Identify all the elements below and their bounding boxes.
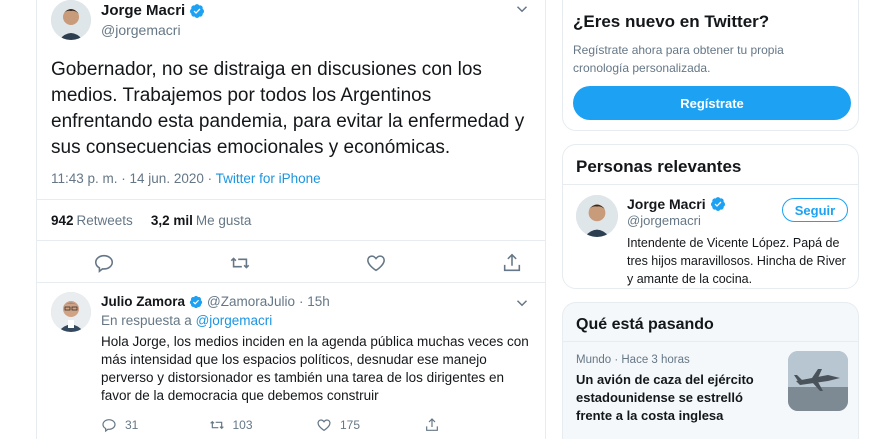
relevant-people-card: Personas relevantes Jorge Macri @jorgema…: [562, 144, 859, 289]
person-handle[interactable]: @jorgemacri: [627, 213, 701, 228]
tweet-time[interactable]: 11:43 p. m. · 14 jun. 2020 ·: [51, 171, 216, 186]
author-handle[interactable]: @jorgemacri: [101, 22, 205, 38]
reply-actions: 31 103 175: [101, 417, 531, 433]
chevron-down-icon[interactable]: [513, 0, 531, 18]
divider: [563, 341, 858, 342]
tweet-stats: 942 Retweets 3,2 mil Me gusta: [51, 213, 251, 228]
person-bio: Intendente de Vicente López. Papá de tre…: [627, 236, 846, 286]
retweet-icon: [209, 420, 224, 430]
reply-retweet-button[interactable]: 103: [209, 417, 317, 433]
trend-meta: Mundo · Hace 3 horas: [576, 354, 690, 366]
likes-stat[interactable]: 3,2 mil Me gusta: [151, 213, 252, 228]
share-icon[interactable]: [501, 252, 523, 274]
verified-badge-icon: [189, 295, 203, 308]
reply-share-button[interactable]: [424, 417, 532, 433]
follow-button[interactable]: Seguir: [782, 198, 848, 222]
whats-happening-card: Qué está pasando Mundo · Hace 3 horas Un…: [562, 302, 859, 439]
reply-reply-button[interactable]: 31: [101, 417, 209, 433]
whats-happening-title: Qué está pasando: [576, 316, 714, 333]
signup-button[interactable]: Regístrate: [573, 86, 851, 120]
verified-badge-icon: [710, 197, 725, 211]
person-name[interactable]: Jorge Macri: [627, 196, 706, 212]
retweets-stat[interactable]: 942 Retweets: [51, 213, 133, 228]
trend-title[interactable]: Un avión de caza del ejército estadounid…: [576, 371, 776, 425]
author-avatar[interactable]: [51, 0, 91, 40]
reply-tweet[interactable]: Julio Zamora @ZamoraJulio · 15h En respu…: [51, 292, 531, 439]
in-reply-to: En respuesta a @jorgemacri: [101, 313, 273, 328]
tweet-actions: [93, 252, 523, 274]
share-icon: [425, 418, 438, 431]
reply-author-name[interactable]: Julio Zamora: [101, 294, 185, 309]
tweet-header: Jorge Macri @jorgemacri: [51, 0, 531, 44]
reply-author-avatar[interactable]: [51, 292, 91, 332]
verified-badge-icon: [190, 3, 205, 18]
reply-like-button[interactable]: 175: [316, 417, 424, 433]
like-icon: [317, 419, 331, 432]
reply-mention-link[interactable]: @jorgemacri: [196, 313, 273, 328]
reply-time[interactable]: · 15h: [299, 294, 330, 309]
tweet-text: Gobernador, no se distraiga en discusion…: [51, 59, 525, 158]
reply-retweets-count: 103: [232, 418, 253, 432]
signup-title: ¿Eres nuevo en Twitter?: [573, 12, 770, 31]
divider: [37, 199, 545, 200]
relevant-people-title: Personas relevantes: [576, 157, 742, 176]
reply-likes-count: 175: [340, 418, 361, 432]
like-icon[interactable]: [365, 252, 387, 274]
divider: [37, 282, 545, 283]
tweet-meta: 11:43 p. m. · 14 jun. 2020 · Twitter for…: [51, 171, 321, 186]
reply-text: Hola Jorge, los medios inciden en la age…: [101, 334, 529, 403]
reply-author-handle[interactable]: @ZamoraJulio: [207, 294, 295, 309]
retweet-icon[interactable]: [229, 252, 251, 274]
chevron-down-icon[interactable]: [513, 294, 531, 312]
main-column: Jorge Macri @jorgemacri Gobernador, no s…: [36, 0, 546, 439]
tweet-source[interactable]: Twitter for iPhone: [216, 171, 321, 186]
divider: [563, 184, 858, 185]
signup-card: ¿Eres nuevo en Twitter? Regístrate ahora…: [562, 0, 859, 131]
reply-icon[interactable]: [93, 252, 115, 274]
person-avatar[interactable]: [576, 195, 618, 237]
reply-icon: [102, 419, 116, 433]
divider: [37, 240, 545, 241]
author-name[interactable]: Jorge Macri: [101, 2, 185, 19]
trend-thumbnail[interactable]: [788, 351, 848, 411]
reply-replies-count: 31: [125, 418, 139, 432]
signup-description: Regístrate ahora para obtener tu propia …: [573, 43, 784, 75]
